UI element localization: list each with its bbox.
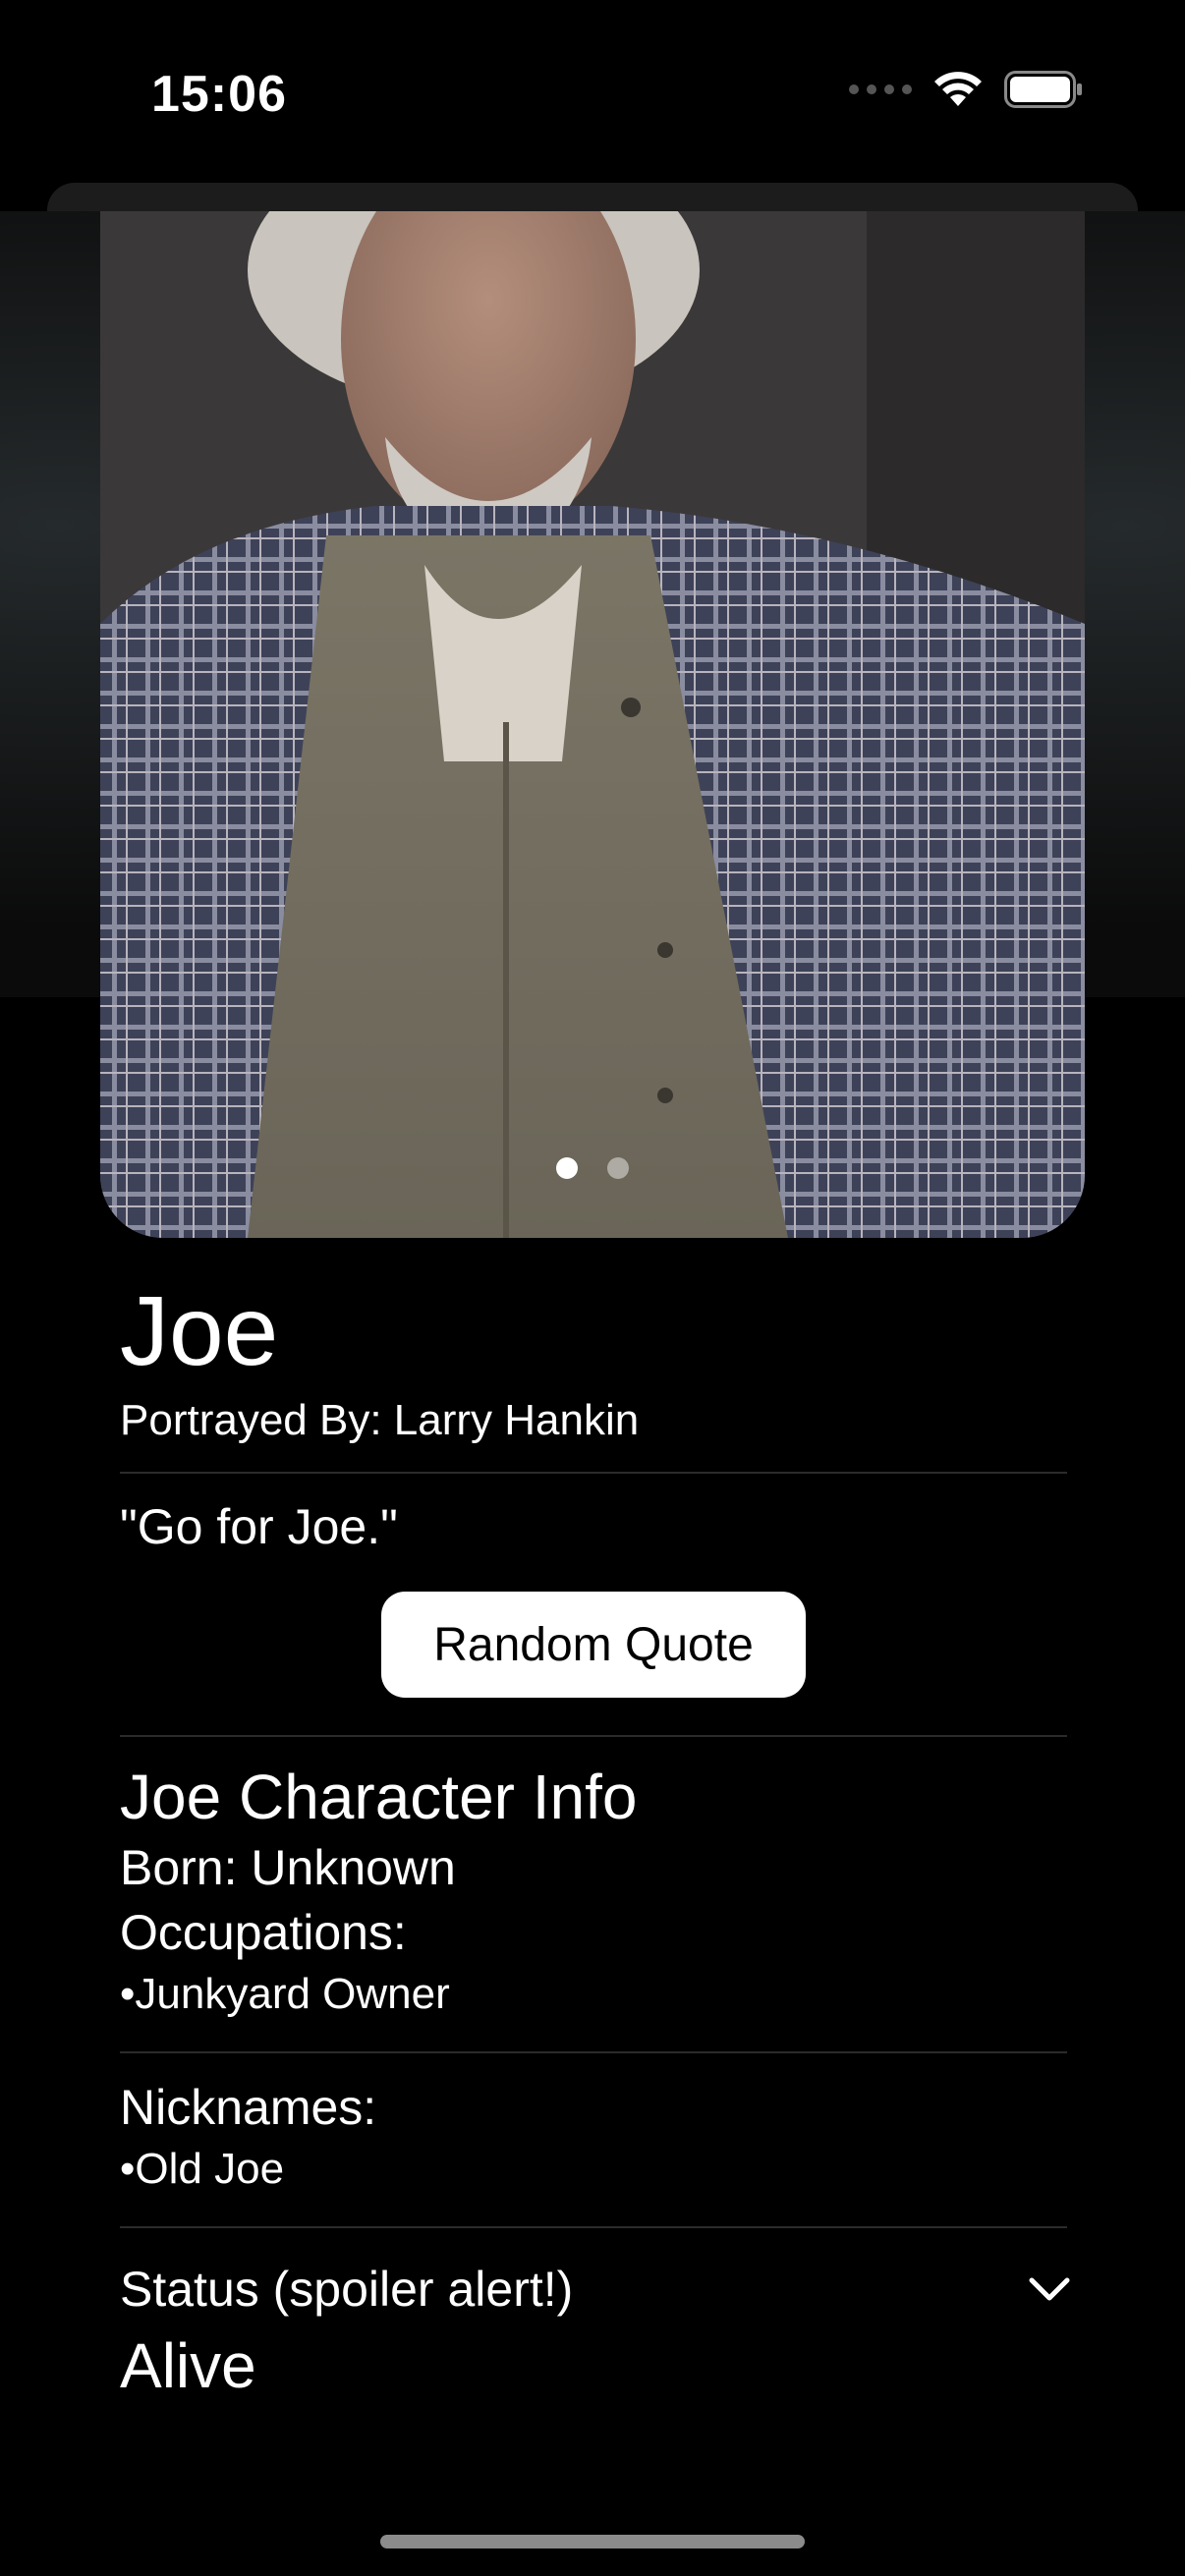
divider xyxy=(120,2226,1067,2228)
portrayed-by: Portrayed By: Larry Hankin xyxy=(120,1396,640,1444)
character-info-title: Joe Character Info xyxy=(120,1762,638,1832)
character-name: Joe xyxy=(120,1276,279,1386)
status-time: 15:06 xyxy=(151,66,287,123)
carousel-page-indicator[interactable] xyxy=(100,1157,1085,1179)
page-dot-2[interactable] xyxy=(607,1157,629,1179)
status-disclosure[interactable]: Status (spoiler alert!) xyxy=(120,2258,1070,2321)
character-photo-carousel[interactable] xyxy=(100,211,1085,1238)
battery-icon xyxy=(1004,71,1082,108)
status-value: Alive xyxy=(120,2330,256,2401)
signal-dots-icon xyxy=(849,84,912,94)
random-quote-button[interactable]: Random Quote xyxy=(381,1592,806,1698)
home-indicator[interactable] xyxy=(380,2535,805,2548)
status-icons xyxy=(849,71,1083,108)
quote-button-row: Random Quote xyxy=(120,1592,1067,1698)
occupation-item: •Junkyard Owner xyxy=(120,1970,450,2018)
divider xyxy=(120,1472,1067,1474)
character-quote: "Go for Joe." xyxy=(120,1499,398,1554)
character-details: Joe Portrayed By: Larry Hankin "Go for J… xyxy=(120,1276,1070,2405)
character-portrait xyxy=(100,211,1085,1238)
wifi-icon xyxy=(934,72,982,106)
divider xyxy=(120,1735,1067,1737)
born-info: Born: Unknown xyxy=(120,1840,456,1895)
occupations-label: Occupations: xyxy=(120,1905,407,1960)
divider xyxy=(120,2051,1067,2053)
status-label: Status (spoiler alert!) xyxy=(120,2262,574,2317)
nicknames-label: Nicknames: xyxy=(120,2080,377,2135)
page-dot-1[interactable] xyxy=(556,1157,578,1179)
chevron-down-icon[interactable] xyxy=(1028,2275,1071,2303)
nickname-item: •Old Joe xyxy=(120,2145,285,2193)
